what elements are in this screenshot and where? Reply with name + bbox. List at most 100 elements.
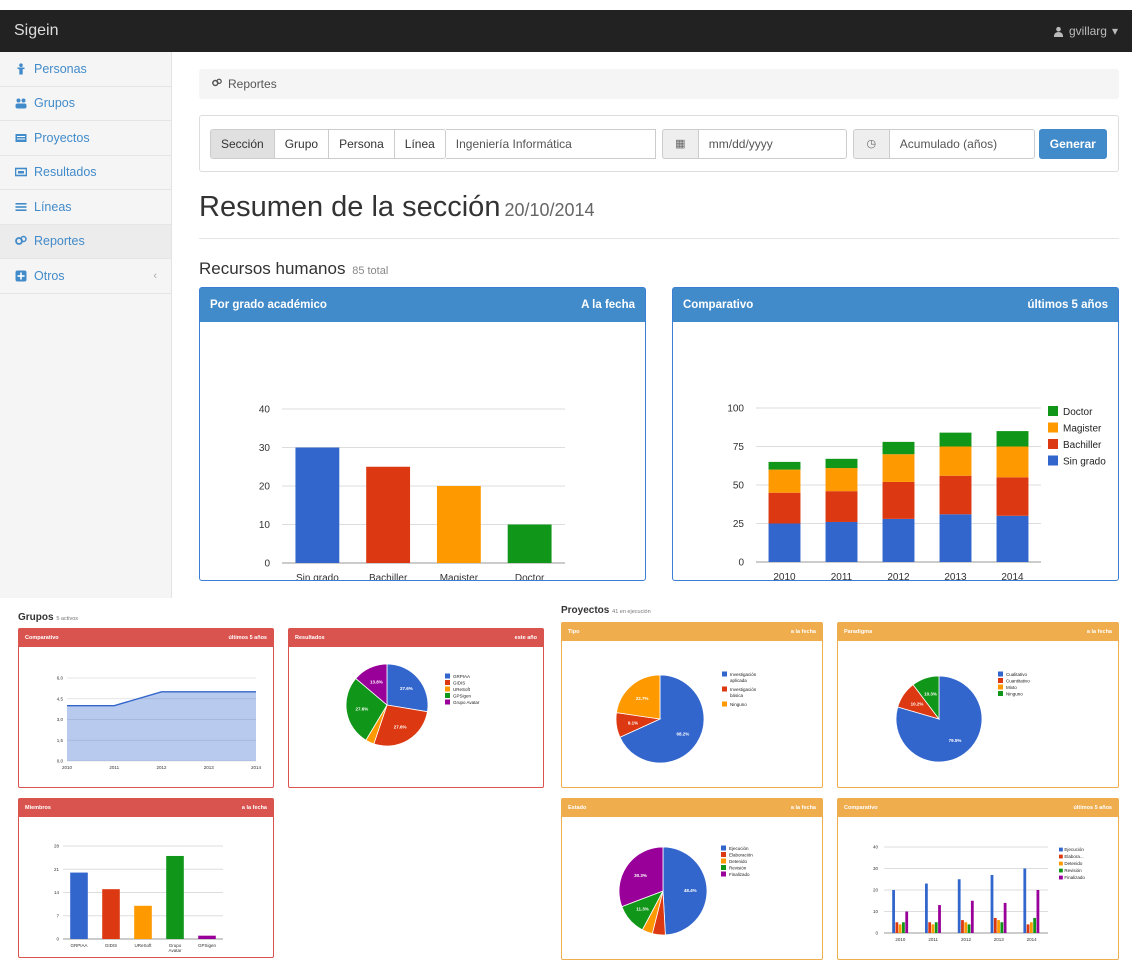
bar [895, 922, 899, 933]
bar [507, 524, 552, 563]
bar-segment [996, 515, 1029, 562]
filter-persona-button[interactable]: Persona [329, 129, 395, 158]
panel-meta: últimos 5 años [228, 635, 267, 641]
brand[interactable]: Sigein [14, 22, 58, 40]
legend-swatch [445, 673, 450, 679]
legend-swatch [445, 680, 450, 685]
x-tick-label: 2014 [1001, 572, 1024, 580]
legend-swatch [721, 845, 726, 851]
filter-seccion-button[interactable]: Sección [211, 129, 275, 158]
bar [134, 905, 152, 939]
y-tick-label: 20 [259, 482, 271, 493]
x-tick-label: 2013 [944, 572, 967, 580]
legend-label: Ninguno [1006, 692, 1023, 697]
legend-swatch [998, 671, 1003, 677]
bar-segment [939, 475, 972, 515]
bar [993, 917, 997, 933]
filter-type-group: Sección Grupo Persona Línea [210, 128, 446, 159]
bar-segment [825, 468, 858, 492]
sidebar-item-reportes[interactable]: Reportes [0, 224, 171, 259]
bar-segment [996, 477, 1029, 516]
sidebar-item-personas[interactable]: Personas [0, 52, 171, 87]
sidebar-item-grupos[interactable]: Grupos [0, 87, 171, 121]
divider [199, 238, 1119, 239]
bar [961, 920, 964, 933]
chart-proyectos-comparativo: 0 10 20 30 40 2010 2011 2012 2013 2014 Ejecución El… [873, 845, 1085, 942]
bar [1000, 922, 1004, 933]
legend-label: GRPIAA [453, 674, 470, 679]
page-title: Resumen de la sección 20/10/2014 [199, 191, 595, 224]
generate-button[interactable]: Generar [1038, 128, 1107, 159]
sidebar-item-label: Reportes [34, 234, 85, 249]
pie-slice-label: 11.3% [636, 907, 649, 912]
panel-meta: últimos 5 años [1027, 299, 1108, 311]
y-tick-label: 14 [54, 890, 60, 895]
sidebar-item-proyectos[interactable]: Proyectos [0, 121, 171, 156]
legend-label: Revisión [1064, 868, 1082, 873]
bar [1029, 922, 1033, 933]
bar [1033, 917, 1037, 933]
chart-grupos-comparativo: 0,0 1,5 3,0 4,5 6,0 2010 2011 2012 2013 2014 [57, 676, 262, 770]
sidebar-item-lineas[interactable]: Líneas [0, 190, 171, 225]
filter-grupo-button[interactable]: Grupo [274, 129, 330, 158]
panel-grupos-comparativo: Comparativo últimos 5 años 0,0 1,5 3,0 4,5 6,… [18, 628, 274, 788]
legend-label: Magister [1063, 424, 1102, 435]
legend-swatch [1059, 875, 1063, 880]
calendar-icon: ▦ [661, 128, 698, 159]
legend-label: Elabora... [1064, 854, 1083, 859]
chart-miembros: 07142128GRPIAA GIDIS UReSoft GrupoAvatarGPS… [54, 844, 223, 953]
y-tick-label: 40 [259, 405, 271, 416]
bar [905, 911, 909, 933]
panel-meta: a la fecha [1086, 629, 1112, 635]
panel-header: Estado a la fecha [562, 799, 822, 817]
pie-slice-label: 27.6% [394, 724, 407, 729]
breadcrumb-label[interactable]: Reportes [228, 77, 277, 91]
bar [1003, 902, 1007, 933]
legend-swatch [1059, 861, 1063, 866]
user-menu[interactable]: gvillarg ▾ [1053, 24, 1118, 38]
x-tick-label: 2012 [156, 765, 167, 770]
legend-swatch [998, 684, 1003, 690]
user-icon [1053, 26, 1064, 37]
bar [1023, 868, 1027, 933]
panel-header: Comparativo últimos 5 años [673, 288, 1118, 322]
legend-swatch [445, 686, 450, 692]
legend-swatch [1048, 406, 1058, 416]
pie-slice-label: 22.7% [636, 696, 649, 701]
bar-segment [768, 523, 801, 562]
x-tick-label: 2011 [109, 765, 119, 770]
legend-label: Detenido [729, 859, 748, 864]
user-name: gvillarg [1068, 24, 1107, 38]
legend-swatch [1048, 422, 1058, 433]
panel-meta: últimos 5 años [1073, 805, 1112, 811]
line-input[interactable]: Ingeniería Informática [445, 128, 656, 159]
pie-slice-label: 10.2% [911, 701, 924, 706]
bar [295, 447, 340, 563]
x-tick-label: Sin grado [296, 573, 339, 580]
panel-title: Comparativo [25, 635, 59, 641]
area-fill [67, 691, 256, 761]
x-tick-label: 2012 [887, 572, 910, 580]
bar [990, 874, 994, 933]
bar-segment [996, 431, 1029, 447]
chevron-left-icon[interactable]: ‹ [153, 270, 157, 282]
bar [1036, 890, 1040, 933]
legend-swatch [445, 693, 450, 698]
bar [102, 889, 120, 939]
bar-segment [825, 521, 858, 562]
sidebar-item-resultados[interactable]: Resultados [0, 156, 171, 190]
filter-linea-button[interactable]: Línea [394, 129, 445, 158]
mode-input[interactable]: Acumulado (años) [888, 128, 1035, 159]
legend-label: GPSigen [453, 694, 472, 699]
y-tick-label: 40 [873, 845, 879, 850]
bar [970, 900, 974, 933]
panel-title: Estado [568, 805, 587, 811]
y-tick-label: 6,0 [57, 676, 64, 681]
sidebar-item-label: Líneas [34, 199, 72, 214]
date-input[interactable]: mm/dd/yyyy [697, 128, 847, 159]
section-title: Recursos humanos [199, 259, 346, 278]
sidebar-item-otros[interactable]: Otros ‹ [0, 259, 171, 294]
legend-label: básica [730, 693, 744, 698]
legend-label: GIDIS [453, 681, 465, 686]
breadcrumb: Reportes [199, 69, 1119, 99]
